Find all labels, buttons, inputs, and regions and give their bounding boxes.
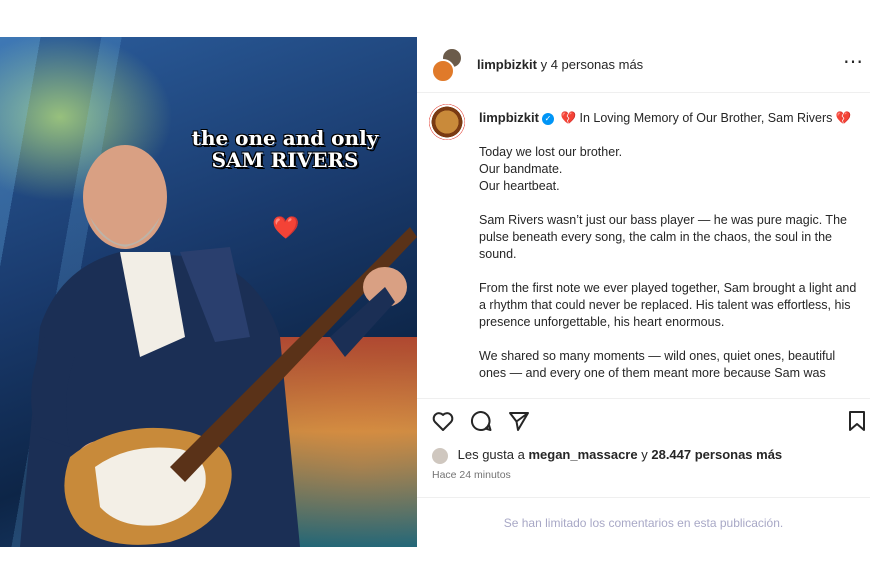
caption-paragraph: Today we lost our brother. Our bandmate.… <box>479 144 859 195</box>
caption-text: limpbizkit ✓ 💔 In Loving Memory of Our Br… <box>479 109 859 395</box>
bassist-figure <box>20 145 417 547</box>
caption-username[interactable]: limpbizkit <box>479 110 539 125</box>
caption-line: Today we lost our brother. <box>479 145 623 159</box>
caption-line: Our heartbeat. <box>479 179 560 193</box>
comments-limited-notice: Se han limitado los comentarios en esta … <box>417 497 870 547</box>
caption-paragraph: We shared so many moments — wild ones, q… <box>479 349 836 380</box>
action-bar <box>417 398 870 440</box>
broken-heart-icon: 💔 <box>835 111 852 125</box>
image-caption-text: the one and only SAM RIVERS <box>185 127 385 171</box>
header-suffix[interactable]: y 4 personas más <box>541 57 644 72</box>
heart-outline-icon[interactable] <box>431 409 455 433</box>
caption-line-2: SAM RIVERS <box>211 148 359 172</box>
broken-heart-icon: 💔 <box>560 111 577 125</box>
caption-line: Our bandmate. <box>479 162 563 176</box>
caption-paragraph: From the first note we ever played toget… <box>479 281 857 329</box>
header-authors: limpbizkit y 4 personas más <box>477 57 643 72</box>
caption-first-line: limpbizkit ✓ 💔 In Loving Memory of Our Br… <box>479 109 859 127</box>
caption-line-1: the one and only <box>191 126 379 150</box>
likes-middle: y <box>641 447 648 462</box>
post-timestamp[interactable]: Hace 24 minutos <box>432 469 511 481</box>
avatar <box>431 59 455 83</box>
likes-count[interactable]: 28.447 personas más <box>651 447 782 462</box>
caption-title: In Loving Memory of Our Brother, Sam Riv… <box>579 111 833 125</box>
likes-prefix: Les gusta a <box>457 447 525 462</box>
verified-icon: ✓ <box>541 112 554 125</box>
more-options-icon[interactable]: ⋯ <box>843 49 864 74</box>
caption-paragraph: Sam Rivers wasn’t just our bass player —… <box>479 213 847 261</box>
comment-icon[interactable] <box>469 409 493 433</box>
header-username[interactable]: limpbizkit <box>477 57 537 72</box>
avatar <box>432 447 448 464</box>
bookmark-icon[interactable] <box>845 409 869 433</box>
likes-summary: Les gusta a megan_massacre y 28.447 pers… <box>432 447 782 464</box>
collab-avatars[interactable] <box>431 47 467 83</box>
caption-area: limpbizkit ✓ 💔 In Loving Memory of Our Br… <box>417 93 870 395</box>
heart-icon: ❤️ <box>272 215 300 240</box>
post-image[interactable]: the one and only SAM RIVERS ❤️ <box>0 37 417 547</box>
send-icon[interactable] <box>507 409 531 433</box>
avatar[interactable] <box>429 104 465 140</box>
likes-user[interactable]: megan_massacre <box>528 447 637 462</box>
post-header: limpbizkit y 4 personas más ⋯ <box>417 37 870 93</box>
